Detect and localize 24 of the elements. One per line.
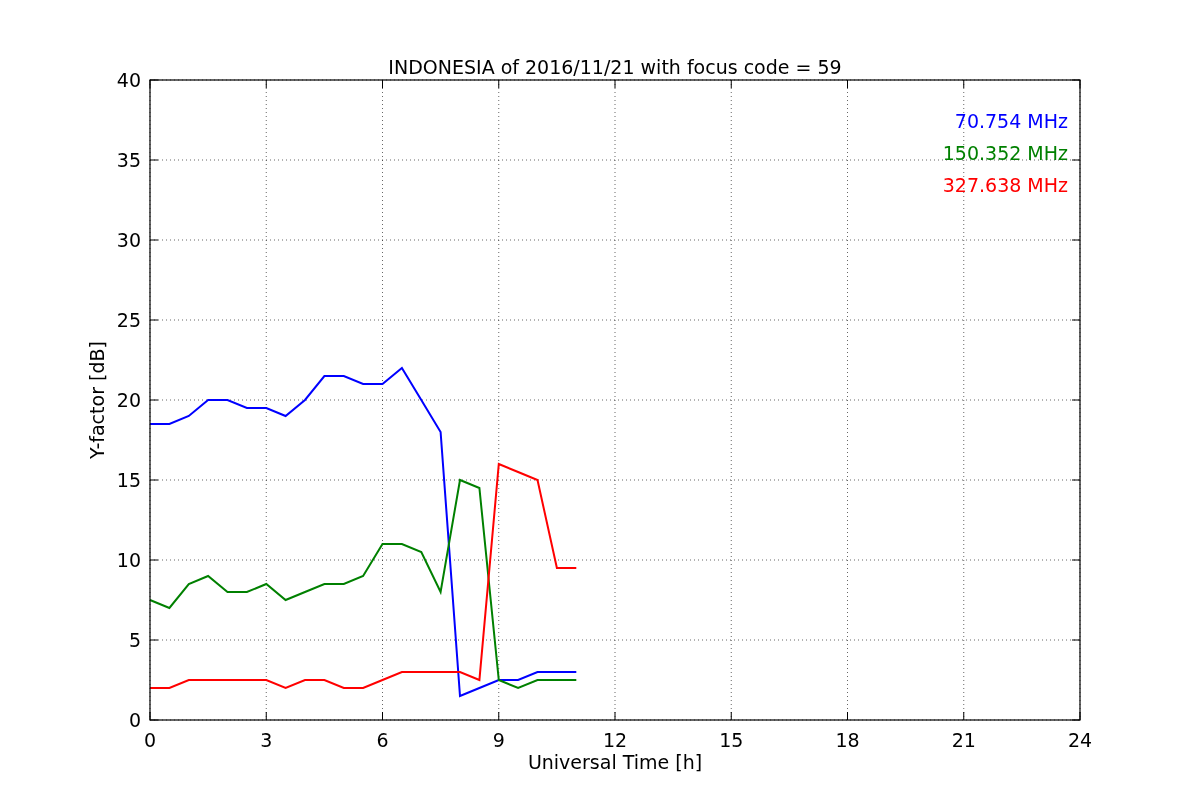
x-tick-label: 24 (1067, 729, 1093, 751)
x-tick-label: 0 (143, 729, 157, 751)
y-axis-label: Y-factor [dB] (86, 341, 108, 459)
legend-label: 150.352 MHz (942, 142, 1068, 164)
y-tick-label: 5 (128, 629, 141, 651)
y-tick-label: 35 (116, 149, 141, 171)
x-tick-label: 21 (951, 729, 976, 751)
x-axis-label: Universal Time [h] (527, 751, 703, 773)
chart-title: INDONESIA of 2016/11/21 with focus code = 59 (388, 56, 842, 78)
y-tick-label: 40 (116, 69, 141, 91)
y-tick-label: 30 (116, 229, 141, 251)
y-tick-label: 10 (116, 549, 141, 571)
x-tick-label: 6 (376, 729, 389, 751)
y-tick-label: 0 (128, 709, 141, 731)
y-tick-label: 20 (116, 389, 141, 411)
y-tick-label: 15 (116, 469, 141, 491)
legend-label: 70.754 MHz (954, 110, 1068, 132)
x-tick-label: 9 (492, 729, 505, 751)
legend-label: 327.638 MHz (942, 174, 1068, 196)
y-tick-label: 25 (116, 309, 141, 331)
x-tick-label: 12 (602, 729, 628, 751)
x-tick-label: 3 (260, 729, 273, 751)
x-tick-label: 18 (835, 729, 860, 751)
x-tick-label: 15 (719, 729, 744, 751)
